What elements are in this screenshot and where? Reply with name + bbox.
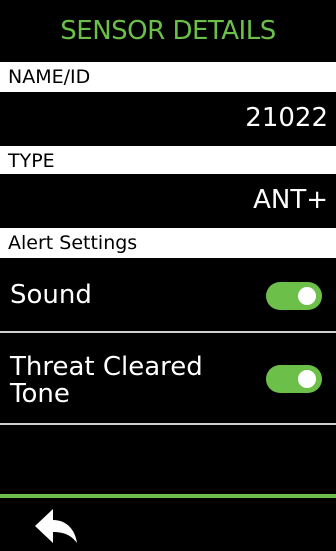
page-title: SENSOR DETAILS — [0, 0, 336, 62]
threat-cleared-tone-label: Threat Cleared Tone — [10, 352, 203, 409]
divider — [0, 423, 336, 425]
name-id-label: NAME/ID — [0, 62, 336, 92]
footer-divider — [0, 494, 336, 498]
toggle-knob — [298, 287, 316, 305]
back-button[interactable] — [30, 504, 82, 548]
type-label: TYPE — [0, 146, 336, 176]
sound-label: Sound — [10, 280, 92, 310]
alert-settings-label: Alert Settings — [0, 228, 336, 258]
type-value: ANT+ — [0, 174, 336, 226]
sound-toggle[interactable] — [266, 282, 322, 310]
divider — [0, 331, 336, 333]
threat-cleared-tone-row[interactable]: Threat Cleared Tone — [0, 334, 336, 424]
back-arrow-icon — [35, 509, 77, 543]
name-id-value: 21022 — [0, 92, 336, 144]
sound-setting-row[interactable]: Sound — [0, 262, 336, 332]
toggle-knob — [298, 370, 316, 388]
threat-cleared-tone-toggle[interactable] — [266, 365, 322, 393]
